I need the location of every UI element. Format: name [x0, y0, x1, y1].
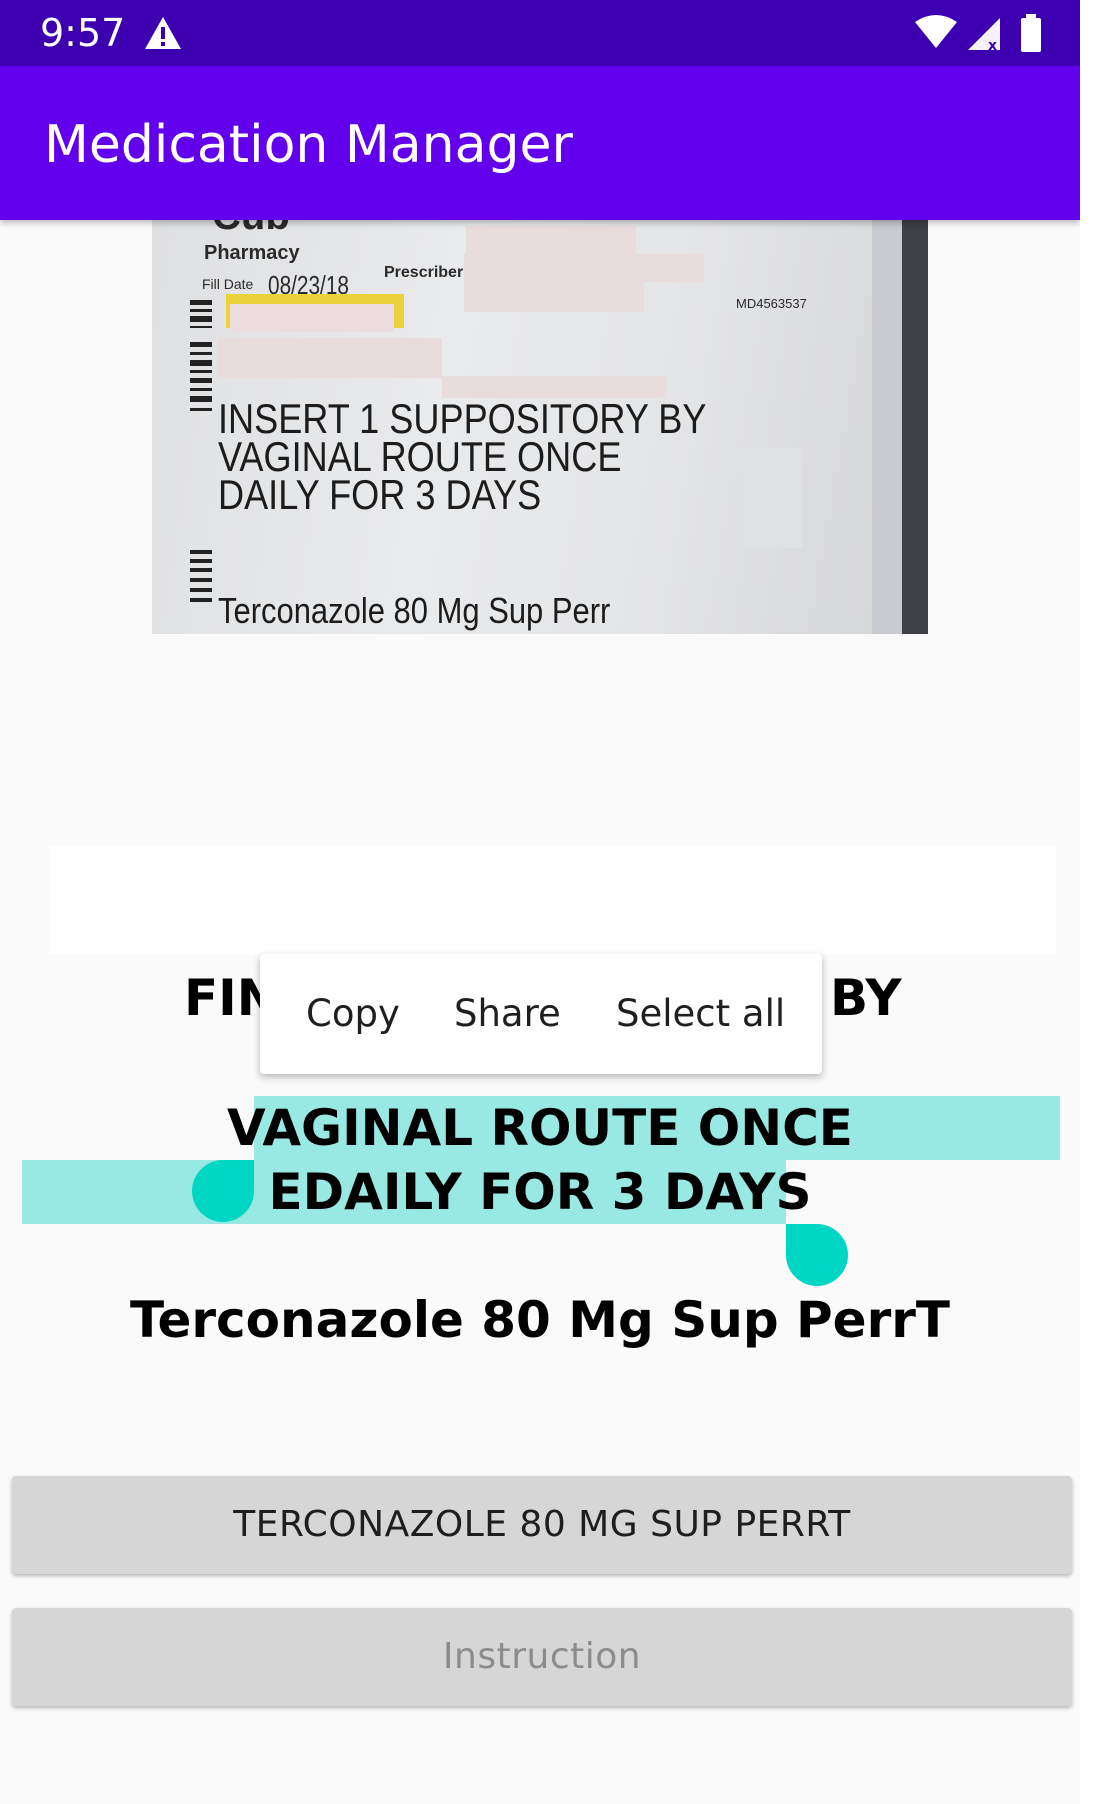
- warning-icon: [145, 17, 181, 49]
- redacted-area: [466, 226, 636, 256]
- fill-date-label: Fill Date: [202, 276, 254, 292]
- text-selection-menu: Copy Share Select all: [260, 954, 822, 1074]
- prescriber-label: Prescriber:: [384, 264, 469, 281]
- rx-code: MD4563537: [736, 296, 807, 311]
- selection-end-handle[interactable]: [786, 1224, 848, 1286]
- screen: 9:57 x Medication Manager Cub Pharmacy F…: [0, 0, 1080, 1804]
- barcode: [190, 300, 212, 411]
- redacted-area: [464, 282, 644, 312]
- instruction-button[interactable]: Instruction: [12, 1608, 1072, 1706]
- selection-start-handle[interactable]: [192, 1160, 254, 1222]
- prescription-label-photo: Cub Pharmacy Fill Date 08/23/18 Prescrib…: [152, 220, 928, 634]
- status-bar: 9:57 x: [0, 0, 1080, 66]
- label-instruction-text: INSERT 1 SUPPOSITORY BY VAGINAL ROUTE ON…: [218, 395, 707, 518]
- redacted-area: [230, 304, 394, 332]
- share-menu-item[interactable]: Share: [454, 986, 561, 1042]
- redacted-area: [738, 448, 802, 548]
- label-edge: [872, 220, 902, 634]
- wifi-icon: [915, 15, 957, 48]
- recognized-line-2[interactable]: VAGINAL ROUTE ONCE: [0, 1096, 1080, 1160]
- status-time: 9:57: [40, 11, 126, 55]
- drug-name-button[interactable]: TERCONAZOLE 80 MG SUP PERRT: [12, 1476, 1072, 1574]
- battery-icon: [1021, 14, 1041, 52]
- app-title: Medication Manager: [44, 115, 573, 175]
- app-bar: Medication Manager: [0, 66, 1080, 220]
- recognized-line-4[interactable]: Terconazole 80 Mg Sup PerrT: [0, 1288, 1080, 1352]
- pharmacy-sub: Pharmacy: [204, 242, 300, 264]
- pharmacy-name: Cub: [212, 220, 290, 239]
- recognized-line-3[interactable]: EDAILY FOR 3 DAYS: [0, 1160, 1080, 1224]
- redacted-area: [464, 254, 704, 282]
- select-all-menu-item[interactable]: Select all: [616, 986, 785, 1042]
- signal-icon: x: [968, 18, 1000, 52]
- redacted-area: [218, 338, 442, 378]
- label-drug-text: Terconazole 80 Mg Sup Perr: [218, 590, 611, 631]
- barcode: [190, 550, 212, 602]
- recognized-line-1-right[interactable]: BY: [830, 966, 902, 1030]
- result-field[interactable]: [50, 846, 1056, 954]
- copy-menu-item[interactable]: Copy: [306, 986, 400, 1042]
- svg-text:x: x: [988, 38, 997, 52]
